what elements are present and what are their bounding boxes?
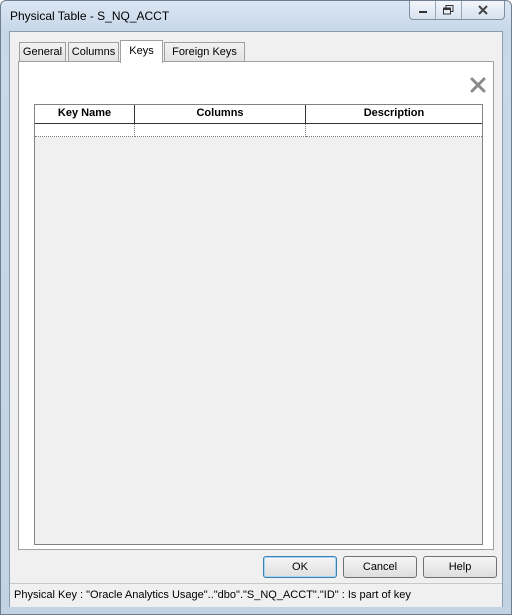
tab-foreign-keys[interactable]: Foreign Keys (164, 42, 245, 61)
delete-x-icon[interactable] (467, 74, 489, 96)
keys-grid[interactable]: Key Name Columns Description (34, 104, 483, 545)
tab-columns[interactable]: Columns (68, 42, 119, 61)
column-header-description[interactable]: Description (306, 105, 482, 123)
title-bar[interactable]: Physical Table - S_NQ_ACCT (1, 1, 511, 31)
window-title: Physical Table - S_NQ_ACCT (10, 9, 170, 23)
keys-tab-panel: Key Name Columns Description (18, 61, 494, 550)
close-icon[interactable] (462, 1, 504, 19)
key-name-cell[interactable] (35, 124, 135, 137)
help-button[interactable]: Help (423, 556, 497, 578)
description-cell[interactable] (306, 124, 482, 137)
button-bar: OK Cancel Help (10, 556, 502, 580)
columns-cell[interactable] (135, 124, 306, 137)
minimize-icon[interactable] (410, 1, 436, 19)
tab-keys[interactable]: Keys (120, 40, 163, 63)
column-header-key-name[interactable]: Key Name (35, 105, 135, 123)
restore-icon[interactable] (436, 1, 462, 19)
tab-general[interactable]: General (19, 42, 66, 61)
column-header-columns[interactable]: Columns (135, 105, 306, 123)
status-bar: Physical Key : "Oracle Analytics Usage".… (10, 583, 502, 607)
caption-buttons (409, 1, 505, 20)
grid-header: Key Name Columns Description (35, 105, 482, 124)
table-row[interactable] (35, 124, 482, 137)
cancel-button[interactable]: Cancel (343, 556, 417, 578)
status-text: Physical Key : "Oracle Analytics Usage".… (14, 589, 411, 601)
physical-table-dialog: Physical Table - S_NQ_ACCT General Colum… (0, 0, 512, 615)
ok-button[interactable]: OK (263, 556, 337, 578)
dialog-body: General Columns Keys Foreign Keys Key Na… (9, 31, 503, 607)
